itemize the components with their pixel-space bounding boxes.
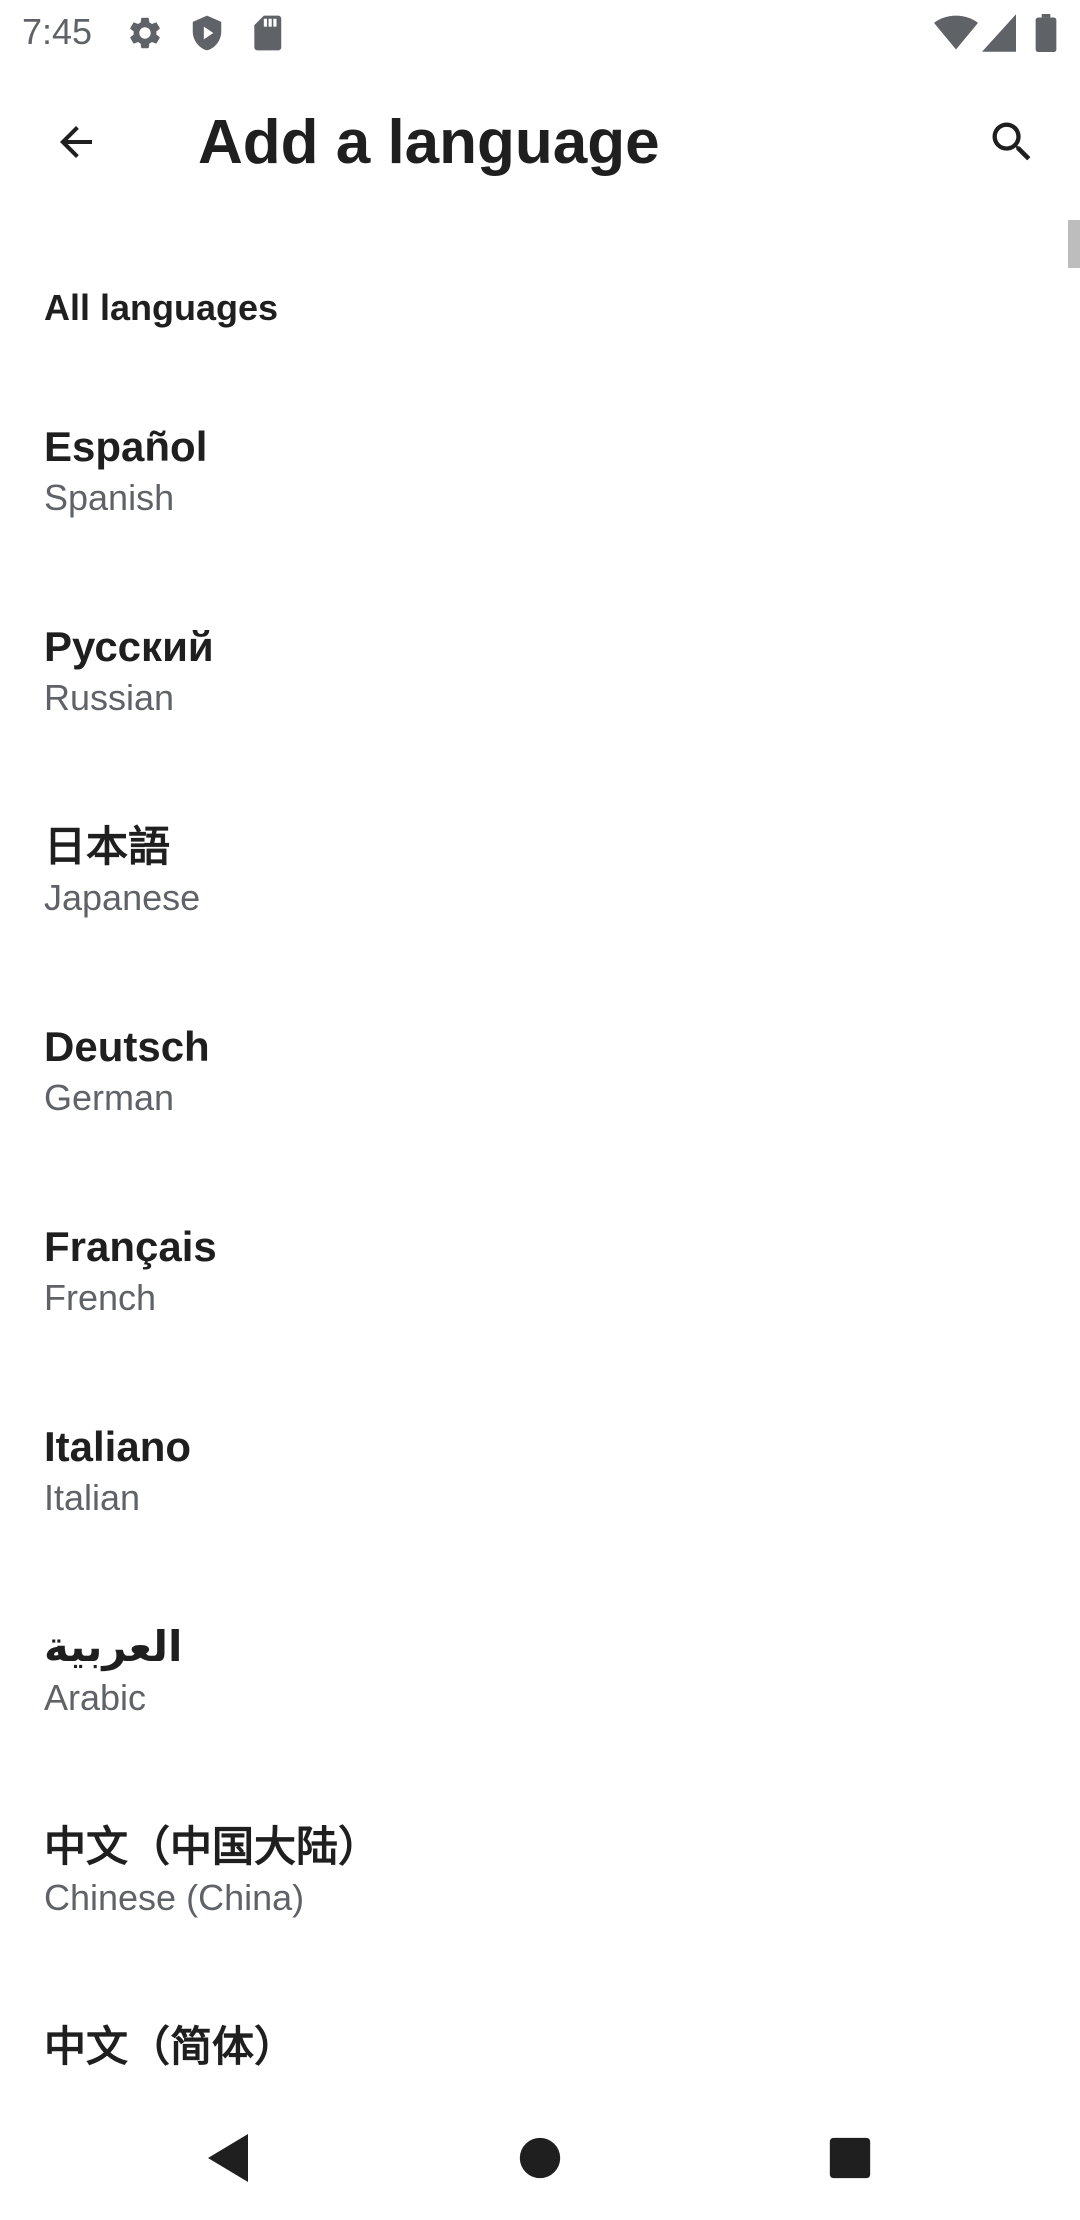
navigation-bar [0, 2100, 1080, 2220]
language-native-name: 日本語 [44, 823, 171, 870]
language-english-name: Spanish [44, 477, 175, 518]
scrollbar[interactable] [1068, 220, 1080, 268]
shield-play-icon [188, 14, 226, 57]
gear-icon [126, 14, 164, 57]
language-english-name: Italian [44, 1477, 141, 1518]
language-item-german[interactable]: Deutsch German [0, 1000, 1080, 1200]
language-english-name: Chinese (China) [44, 1877, 305, 1918]
language-item-japanese[interactable]: 日本語 Japanese [0, 800, 1080, 1000]
language-item-chinese-china[interactable]: 中文（中国大陆） Chinese (China) [0, 1800, 1080, 2000]
battery-icon [1034, 14, 1058, 57]
language-item-spanish[interactable]: Español Spanish [0, 400, 1080, 600]
nav-home-icon [518, 2136, 562, 2185]
back-button[interactable] [36, 104, 116, 184]
nav-home-button[interactable] [500, 2120, 580, 2200]
language-english-name: Japanese [44, 877, 201, 918]
language-english-name: French [44, 1277, 157, 1318]
language-native-name: 中文（中国大陆） [44, 1823, 381, 1870]
cell-signal-icon [982, 14, 1016, 57]
language-native-name: العربية [44, 1623, 183, 1670]
nav-recents-icon [828, 2136, 872, 2185]
section-header: All languages [44, 287, 279, 328]
nav-recents-button[interactable] [810, 2120, 890, 2200]
language-native-name: Italiano [44, 1423, 192, 1470]
language-list: Español Spanish Русский Russian 日本語 Japa… [0, 400, 1080, 2200]
status-time: 7:45 [22, 11, 93, 52]
arrow-back-icon [52, 118, 100, 171]
language-item-french[interactable]: Français French [0, 1200, 1080, 1400]
language-english-name: German [44, 1077, 175, 1118]
language-item-russian[interactable]: Русский Russian [0, 600, 1080, 800]
language-native-name: 中文（简体） [44, 2023, 297, 2070]
nav-back-button[interactable] [188, 2120, 268, 2200]
language-item-arabic[interactable]: العربية Arabic [0, 1600, 1080, 1800]
search-icon [986, 116, 1038, 173]
language-english-name: Russian [44, 677, 175, 718]
language-native-name: Deutsch [44, 1023, 210, 1070]
app-bar: Add a language [0, 66, 1080, 222]
language-native-name: Русский [44, 623, 214, 670]
search-button[interactable] [972, 104, 1052, 184]
sd-card-icon [250, 14, 284, 57]
nav-back-icon [204, 2132, 252, 2189]
status-bar: 7:45 [0, 0, 1080, 66]
language-item-italian[interactable]: Italiano Italian [0, 1400, 1080, 1600]
wifi-icon [934, 14, 978, 57]
language-native-name: Español [44, 423, 208, 470]
language-native-name: Français [44, 1223, 217, 1270]
page-title: Add a language [198, 108, 660, 177]
language-english-name: Arabic [44, 1677, 147, 1718]
